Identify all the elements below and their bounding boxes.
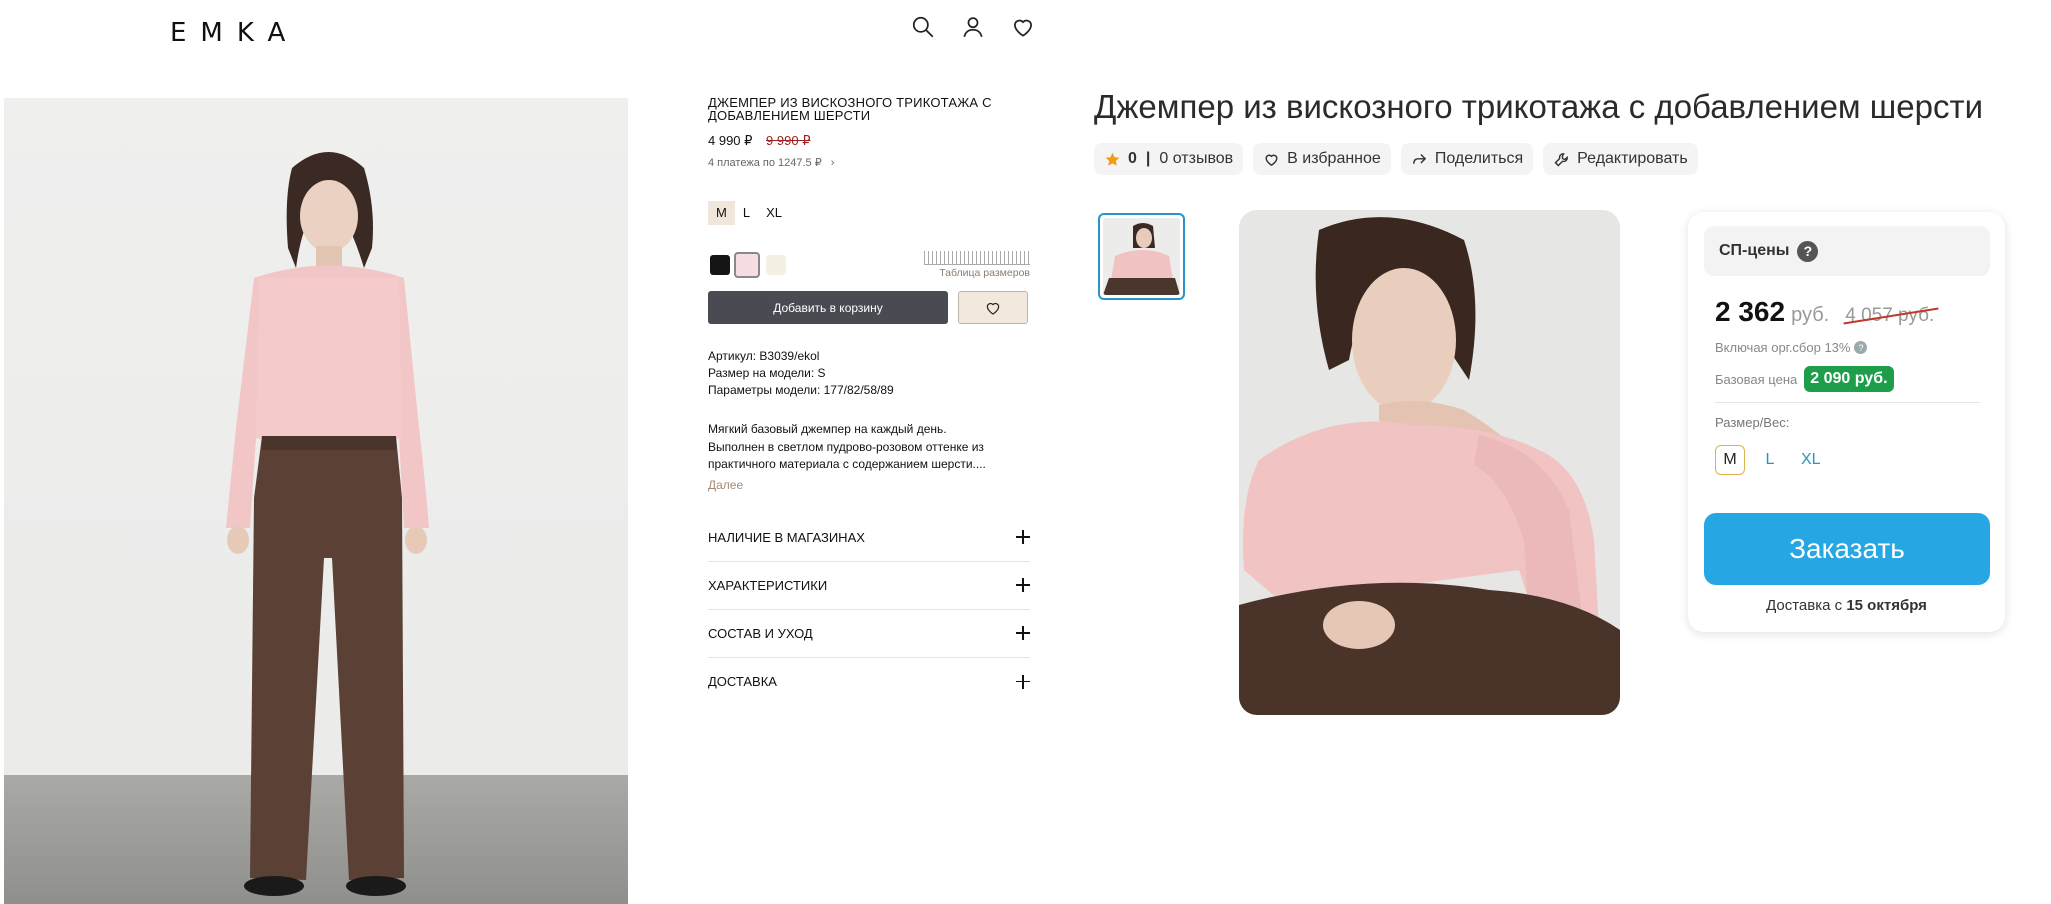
search-icon[interactable] [910, 14, 936, 40]
favorite-label: В избранное [1287, 150, 1381, 167]
marketplace-product-title: Джемпер из вискозного трикотажа с добавл… [1094, 88, 1984, 125]
sp-price: 2 362 [1715, 296, 1786, 327]
base-price-label: Базовая цена [1715, 371, 1798, 387]
edit-label: Редактировать [1577, 150, 1688, 167]
plus-icon [1016, 626, 1030, 640]
favorite-chip[interactable]: В избранное [1253, 143, 1391, 175]
star-icon [1105, 152, 1120, 166]
base-price-row: Базовая цена 2 090 руб. [1715, 366, 1894, 392]
site-logo[interactable]: EMKA [170, 18, 299, 48]
share-icon [1412, 153, 1426, 164]
marketplace-size-selector: M L XL [1715, 445, 1827, 475]
wrench-icon [1554, 152, 1569, 167]
desc-line-3: практичного материала с содержанием шерс… [708, 457, 986, 471]
old-price: 9 990 ₽ [766, 133, 811, 148]
product-photo-full-length[interactable] [4, 98, 628, 904]
divider [1715, 402, 1980, 403]
gallery-main-photo[interactable] [1239, 210, 1620, 715]
model-illustration [226, 152, 429, 896]
cart-actions: Добавить в корзину [708, 291, 1030, 324]
reviews-count: 0 отзывов [1159, 150, 1234, 167]
heart-icon [986, 302, 1000, 315]
rating-chip[interactable]: 0 | 0 отзывов [1094, 143, 1244, 175]
color-swatch-cream[interactable] [766, 255, 786, 275]
desc-line-2: Выполнен в светлом пудрово-розовом оттен… [708, 439, 984, 454]
chevron-right-icon: › [830, 157, 835, 169]
site-logo-text: EMKA [170, 18, 300, 48]
heart-icon[interactable] [1010, 14, 1036, 40]
size-table-link[interactable]: Таблица размеров [939, 267, 1030, 279]
accordion-delivery-label: ДОСТАВКА [708, 674, 777, 689]
mp-size-option-m[interactable]: M [1715, 445, 1745, 475]
accordion-characteristics[interactable]: ХАРАКТЕРИСТИКИ [708, 562, 1030, 610]
sp-prices-label: СП-цены [1719, 242, 1790, 259]
price-block: 2 362 руб. 4 057 руб. [1715, 296, 1939, 328]
desc-line-1: Мягкий базовый джемпер на каждый день. [708, 422, 947, 436]
delivery-date: 15 октября [1846, 597, 1927, 614]
color-swatch-pink[interactable] [734, 252, 760, 278]
color-swatch-black[interactable] [710, 255, 730, 275]
price-card: СП-цены ? 2 362 руб. 4 057 руб. Включая … [1688, 212, 2005, 632]
size-selector: M L XL [708, 201, 1030, 225]
rating-value: 0 [1128, 150, 1137, 167]
size-weight-label: Размер/Вес: [1715, 415, 1790, 430]
edit-chip[interactable]: Редактировать [1543, 143, 1698, 175]
delivery-prefix: Доставка с [1766, 597, 1843, 614]
accordion-stores[interactable]: НАЛИЧИЕ В МАГАЗИНАХ [708, 514, 1030, 562]
sp-price-currency: руб. [1791, 304, 1830, 326]
accordion-composition[interactable]: СОСТАВ И УХОД [708, 610, 1030, 658]
delivery-info: Доставка с 15 октября [1688, 597, 2005, 614]
thumbnail-image [1103, 218, 1180, 295]
help-icon[interactable]: ? [1797, 240, 1819, 262]
share-chip[interactable]: Поделиться [1400, 143, 1534, 175]
mp-size-option-xl[interactable]: XL [1795, 445, 1827, 475]
attr-model-params: Параметры модели: 177/82/58/89 [708, 383, 894, 397]
color-selector: Таблица размеров [708, 251, 1030, 279]
attr-sku: Артикул: B3039/ekol [708, 349, 820, 363]
fee-note-text: Включая орг.сбор 13% [1715, 340, 1851, 355]
product-description: Мягкий базовый джемпер на каждый день. В… [708, 421, 1030, 474]
ruler-icon [924, 251, 1030, 265]
read-more-link[interactable]: Далее [708, 478, 1030, 492]
rating-separator: | [1145, 150, 1151, 167]
mp-size-option-l[interactable]: L [1755, 445, 1785, 475]
sp-old-price-wrap: 4 057 руб. [1843, 305, 1939, 327]
size-option-xl[interactable]: XL [758, 201, 790, 225]
base-price-badge: 2 090 руб. [1804, 366, 1894, 392]
plus-icon [1016, 674, 1030, 689]
share-label: Поделиться [1434, 150, 1524, 167]
current-price: 4 990 ₽ [708, 133, 753, 148]
installments-link[interactable]: 4 платежа по 1247.5 ₽ › [708, 156, 1030, 169]
price-row: 4 990 ₽ 9 990 ₽ [708, 133, 1030, 149]
fee-note: Включая орг.сбор 13% ? [1715, 340, 1868, 355]
product-title: ДЖЕМПЕР ИЗ ВИСКОЗНОГО ТРИКОТАЖА С ДОБАВЛ… [708, 95, 992, 123]
sp-prices-header[interactable]: СП-цены ? [1704, 226, 1990, 276]
gallery-thumbnail[interactable] [1098, 213, 1185, 300]
product-info: ДЖЕМПЕР ИЗ ВИСКОЗНОГО ТРИКОТАЖА С ДОБАВЛ… [708, 96, 1030, 706]
heart-icon [1265, 154, 1278, 166]
accordion-stores-label: НАЛИЧИЕ В МАГАЗИНАХ [708, 529, 865, 545]
accordion-characteristics-label: ХАРАКТЕРИСТИКИ [708, 577, 828, 593]
plus-icon [1016, 578, 1030, 592]
plus-icon [1016, 530, 1030, 544]
help-icon[interactable]: ? [1854, 341, 1868, 354]
installments-text: 4 платежа по 1247.5 ₽ [708, 157, 822, 169]
size-option-l[interactable]: L [735, 201, 758, 225]
product-toolbar: 0 | 0 отзывов В избранное Поделиться Ред… [1094, 143, 1698, 175]
accordion-delivery[interactable]: ДОСТАВКА [708, 658, 1030, 706]
add-to-favorites-button[interactable] [958, 291, 1028, 324]
attr-model-size: Размер на модели: S [708, 366, 826, 380]
size-option-m[interactable]: M [708, 201, 735, 225]
accordion-composition-label: СОСТАВ И УХОД [708, 625, 813, 641]
accordion: НАЛИЧИЕ В МАГАЗИНАХ ХАРАКТЕРИСТИКИ СОСТА… [708, 514, 1030, 706]
main-photo-illustration [1239, 210, 1620, 715]
order-button[interactable]: Заказать [1704, 513, 1990, 585]
add-to-cart-button[interactable]: Добавить в корзину [708, 291, 948, 324]
product-attributes: Артикул: B3039/ekol Размер на модели: S … [708, 348, 1030, 399]
user-icon[interactable] [960, 14, 986, 40]
